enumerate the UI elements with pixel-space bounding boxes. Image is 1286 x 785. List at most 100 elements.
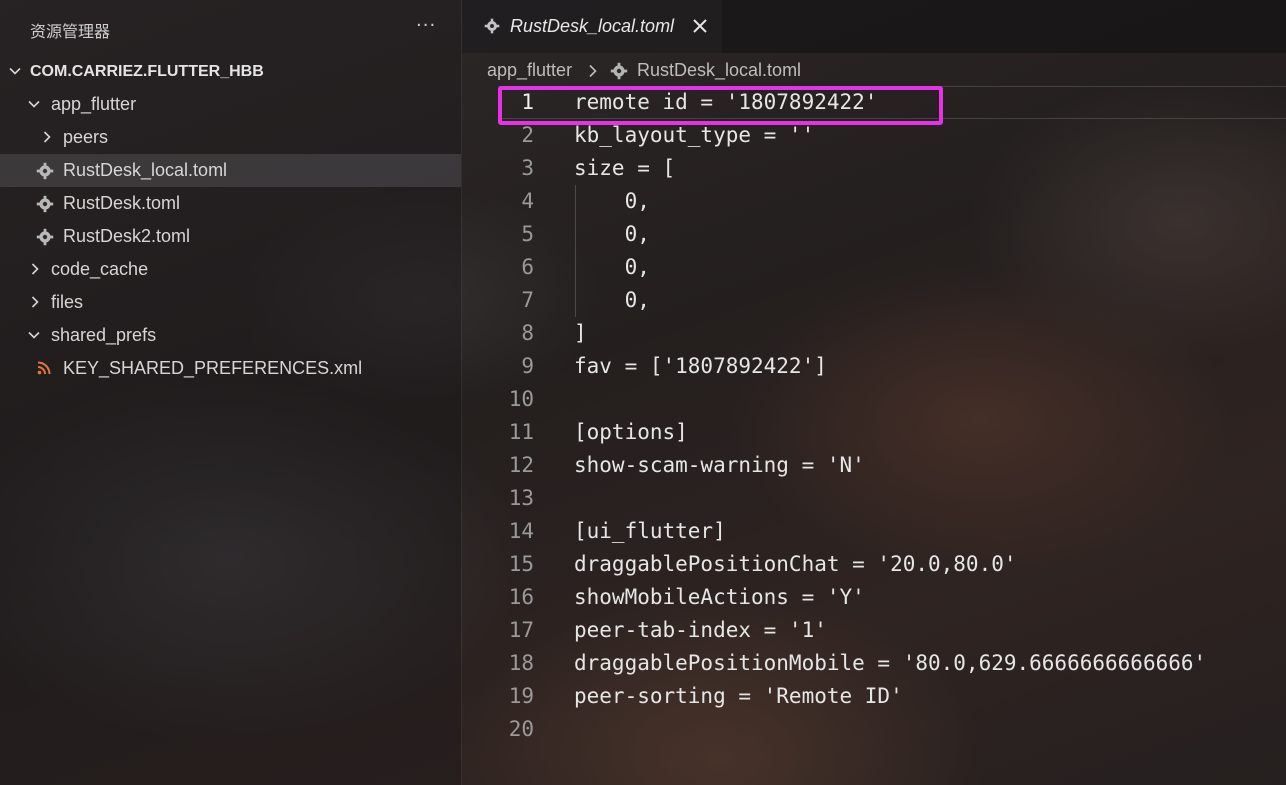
line-number: 15 bbox=[508, 552, 534, 576]
line-number: 18 bbox=[508, 651, 534, 675]
gear-icon bbox=[36, 228, 54, 246]
tab-label: RustDesk_local.toml bbox=[510, 16, 675, 36]
line-text: 0, bbox=[574, 288, 650, 312]
line-text: 0, bbox=[574, 255, 650, 279]
gear-icon bbox=[36, 195, 54, 213]
tree-folder-peers[interactable]: peers bbox=[0, 121, 461, 154]
line-number: 17 bbox=[508, 618, 534, 642]
line-text: show-scam-warning = 'N' bbox=[574, 453, 865, 477]
tree-folder-app-flutter[interactable]: app_flutter bbox=[0, 88, 461, 121]
code-line[interactable]: 20 bbox=[462, 713, 1286, 746]
line-number: 4 bbox=[521, 189, 534, 213]
line-text: [ui_flutter] bbox=[574, 519, 726, 543]
breadcrumb-folder[interactable]: app_flutter bbox=[487, 60, 572, 81]
line-number: 12 bbox=[508, 453, 534, 477]
chevron-down-icon bbox=[28, 331, 40, 339]
explorer-header: 资源管理器 ··· bbox=[0, 0, 461, 56]
explorer-title: 资源管理器 bbox=[30, 22, 111, 41]
tree-file-rustdesk-local-toml[interactable]: RustDesk_local.toml bbox=[0, 154, 461, 187]
gear-icon bbox=[36, 162, 54, 180]
code-line[interactable]: 6 0, bbox=[462, 251, 1286, 284]
tree-file-rustdesk2-toml[interactable]: RustDesk2.toml bbox=[0, 220, 461, 253]
chevron-down-icon bbox=[9, 67, 21, 75]
code-line[interactable]: 14 [ui_flutter] bbox=[462, 515, 1286, 548]
tree-item-label: RustDesk.toml bbox=[63, 193, 181, 213]
tree-item-label: RustDesk_local.toml bbox=[63, 160, 228, 180]
line-text: remote id = '1807892422' bbox=[574, 90, 878, 114]
code-line[interactable]: 11 [options] bbox=[462, 416, 1286, 449]
line-number: 6 bbox=[521, 255, 534, 279]
code-editor[interactable]: 1 remote id = '1807892422' 2 kb_layout_type… bbox=[462, 86, 1286, 785]
tree-item-label: code_cache bbox=[51, 259, 149, 279]
line-number: 11 bbox=[508, 420, 534, 444]
line-text: size = [ bbox=[574, 156, 676, 180]
line-number: 5 bbox=[521, 222, 534, 246]
line-text: ] bbox=[574, 321, 587, 345]
line-text: draggablePositionMobile = '80.0,629.6666… bbox=[574, 651, 1207, 675]
line-number: 20 bbox=[508, 717, 534, 741]
tree-file-key-shared-preferences-xml[interactable]: KEY_SHARED_PREFERENCES.xml bbox=[0, 352, 461, 385]
code-line[interactable]: 3 size = [ bbox=[462, 152, 1286, 185]
rss-icon bbox=[37, 361, 51, 375]
gear-icon bbox=[610, 62, 628, 80]
code-line[interactable]: 10 bbox=[462, 383, 1286, 416]
line-number: 16 bbox=[508, 585, 534, 609]
line-number: 19 bbox=[508, 684, 534, 708]
code-line[interactable]: 18 draggablePositionMobile = '80.0,629.66… bbox=[462, 647, 1286, 680]
tree-folder-files[interactable]: files bbox=[0, 286, 461, 319]
line-number: 1 bbox=[521, 90, 534, 114]
code-line[interactable]: 9 fav = ['1807892422'] bbox=[462, 350, 1286, 383]
line-text: fav = ['1807892422'] bbox=[574, 354, 827, 378]
line-text: peer-sorting = 'Remote ID' bbox=[574, 684, 903, 708]
breadcrumb-file[interactable]: RustDesk_local.toml bbox=[637, 60, 801, 81]
line-number: 3 bbox=[521, 156, 534, 180]
line-text: 0, bbox=[574, 222, 650, 246]
code-line[interactable]: 7 0, bbox=[462, 284, 1286, 317]
tree-file-rustdesk-toml[interactable]: RustDesk.toml bbox=[0, 187, 461, 220]
code-line[interactable]: 2 kb_layout_type = '' bbox=[462, 119, 1286, 152]
tree-item-label: peers bbox=[63, 127, 109, 147]
gear-icon bbox=[484, 18, 500, 34]
code-line[interactable]: 19 peer-sorting = 'Remote ID' bbox=[462, 680, 1286, 713]
tree-item-label: RustDesk2.toml bbox=[63, 226, 191, 246]
code-line[interactable]: 12 show-scam-warning = 'N' bbox=[462, 449, 1286, 482]
code-line[interactable]: 1 remote id = '1807892422' bbox=[462, 86, 1286, 119]
line-text: showMobileActions = 'Y' bbox=[574, 585, 865, 609]
line-text: peer-tab-index = '1' bbox=[574, 618, 827, 642]
ellipsis-icon[interactable]: ··· bbox=[416, 16, 442, 40]
code-line[interactable]: 15 draggablePositionChat = '20.0,80.0' bbox=[462, 548, 1286, 581]
line-text: draggablePositionChat = '20.0,80.0' bbox=[574, 552, 1017, 576]
line-text: [options] bbox=[574, 420, 688, 444]
chevron-right-icon bbox=[31, 296, 39, 308]
tab-bar: RustDesk_local.toml bbox=[462, 0, 1286, 53]
tree-root-folder[interactable]: COM.CARRIEZ.FLUTTER_HBB bbox=[0, 55, 461, 88]
line-number: 2 bbox=[521, 123, 534, 147]
code-line[interactable]: 17 peer-tab-index = '1' bbox=[462, 614, 1286, 647]
tree-item-label: files bbox=[51, 292, 84, 312]
line-number: 7 bbox=[521, 288, 534, 312]
tree-item-label: app_flutter bbox=[51, 94, 137, 114]
line-text: kb_layout_type = '' bbox=[574, 123, 815, 147]
line-number: 13 bbox=[508, 486, 534, 510]
code-line[interactable]: 5 0, bbox=[462, 218, 1286, 251]
tree-folder-code-cache[interactable]: code_cache bbox=[0, 253, 461, 286]
tab-rustdesk-local-toml[interactable]: RustDesk_local.toml bbox=[462, 0, 722, 53]
explorer-sidebar: 资源管理器 ··· COM.CARRIEZ.FLUTTER_HBB app_fl… bbox=[0, 0, 461, 785]
code-line[interactable]: 8] bbox=[462, 317, 1286, 350]
editor-pane: RustDesk_local.toml app_flutter RustDesk… bbox=[461, 0, 1286, 785]
tree-item-label: KEY_SHARED_PREFERENCES.xml bbox=[63, 358, 363, 378]
tree-item-label: COM.CARRIEZ.FLUTTER_HBB bbox=[30, 63, 264, 80]
line-number: 10 bbox=[508, 387, 534, 411]
chevron-right-icon bbox=[43, 131, 51, 143]
line-number: 14 bbox=[508, 519, 534, 543]
line-number: 8 bbox=[521, 321, 534, 345]
chevron-right-icon bbox=[589, 64, 597, 78]
tree-folder-shared-prefs[interactable]: shared_prefs bbox=[0, 319, 461, 352]
line-number: 9 bbox=[521, 354, 534, 378]
code-line[interactable]: 16 showMobileActions = 'Y' bbox=[462, 581, 1286, 614]
code-line[interactable]: 4 0, bbox=[462, 185, 1286, 218]
tree-item-label: shared_prefs bbox=[51, 325, 157, 345]
code-line[interactable]: 13 bbox=[462, 482, 1286, 515]
chevron-down-icon bbox=[28, 100, 40, 108]
close-icon[interactable] bbox=[691, 17, 709, 35]
